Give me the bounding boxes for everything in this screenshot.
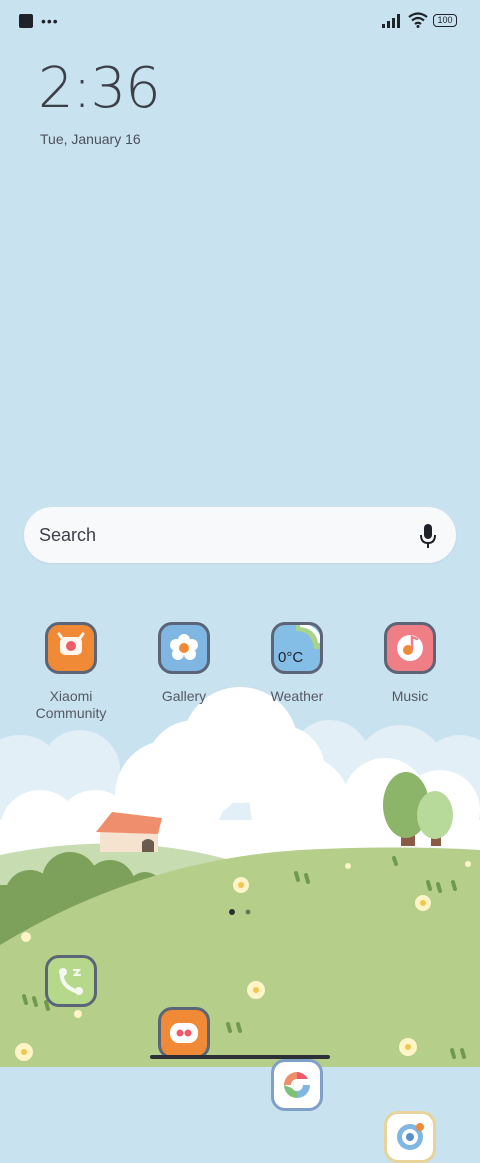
wifi-icon xyxy=(408,12,428,28)
page-indicator xyxy=(229,909,251,915)
more-dots-icon: ••• xyxy=(41,13,59,29)
app-label: Gallery xyxy=(161,688,207,704)
phone-icon[interactable] xyxy=(45,955,97,1007)
search-bar[interactable]: Search xyxy=(24,507,456,563)
app-music[interactable]: Music xyxy=(355,622,465,705)
messages-icon[interactable] xyxy=(158,1007,210,1059)
app-label: Music xyxy=(391,688,429,704)
app-label: Weather xyxy=(270,688,324,704)
dock xyxy=(0,955,480,1163)
browser-icon[interactable] xyxy=(384,1111,436,1163)
music-icon xyxy=(384,622,436,674)
xiaomi-community-icon xyxy=(45,622,97,674)
battery-icon: 100 xyxy=(433,14,457,27)
signal-icon xyxy=(382,14,400,28)
search-label: Search xyxy=(39,525,97,545)
mic-icon[interactable] xyxy=(418,523,438,549)
battery-level: 100 xyxy=(437,15,453,25)
weather-temp: 0°C xyxy=(278,649,304,666)
app-gallery[interactable]: Gallery xyxy=(129,622,239,705)
square-icon xyxy=(19,14,33,28)
status-bar: ••• 100 xyxy=(0,0,480,44)
app-weather[interactable]: 0°C Weather xyxy=(242,622,352,705)
lockscreen-clock: 2:36 xyxy=(38,56,161,121)
lockscreen-date: Tue, January 16 xyxy=(40,131,141,147)
weather-icon: 0°C xyxy=(271,622,323,674)
app-xiaomi-community[interactable]: Xiaomi Community xyxy=(16,622,126,722)
gallery-icon xyxy=(158,622,210,674)
app-label: Xiaomi Community xyxy=(35,688,107,721)
home-indicator[interactable] xyxy=(150,1055,330,1059)
